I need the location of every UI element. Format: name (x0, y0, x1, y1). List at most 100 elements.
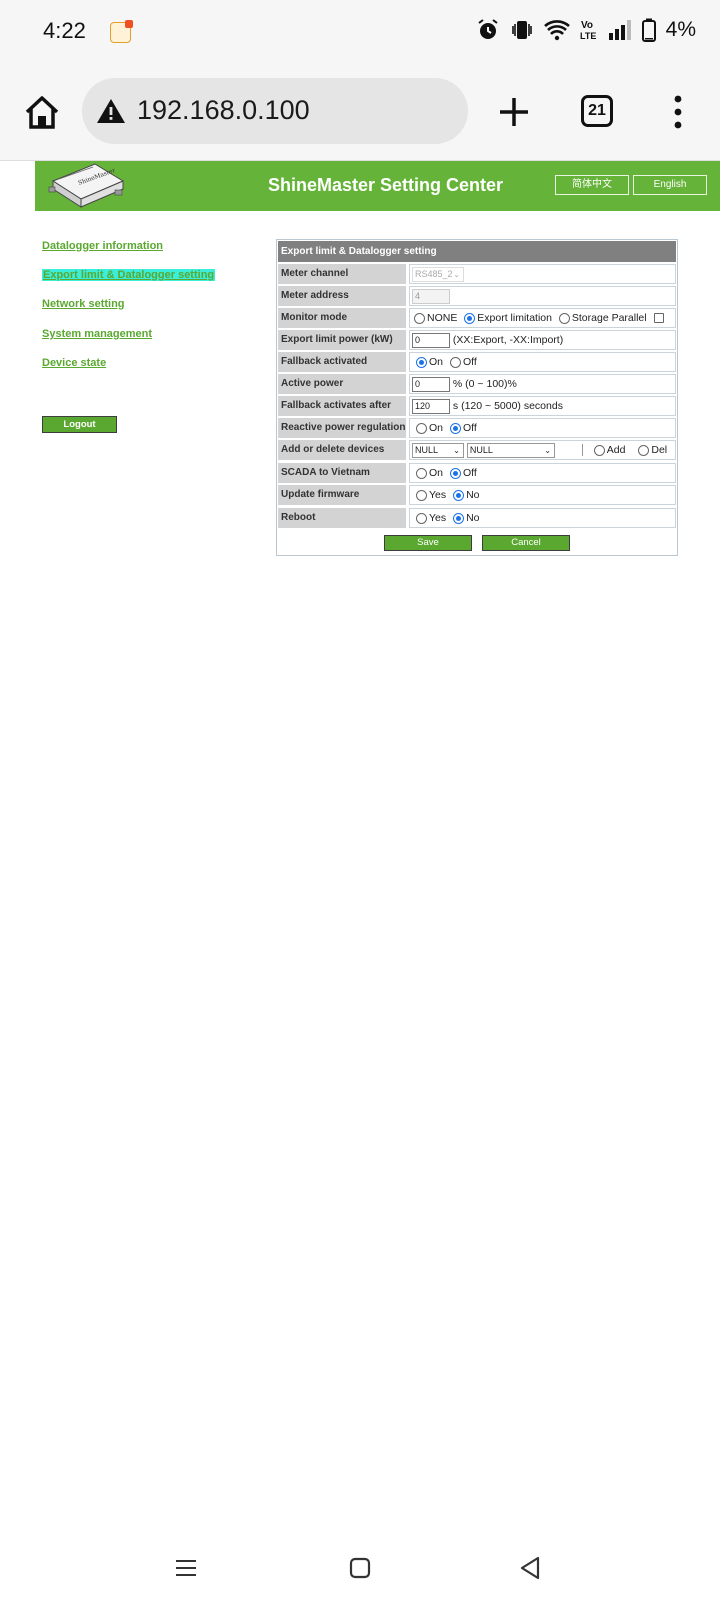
row-monitor-mode: Monitor mode NONE Export limitation Stor… (278, 308, 676, 328)
sidebar-item-export-limit[interactable]: Export limit & Datalogger setting (42, 269, 216, 281)
fallback-off-label: Off (462, 356, 477, 369)
warning-icon[interactable] (96, 98, 126, 124)
datalogger-logo: ShineMaster (48, 163, 125, 208)
device-del-radio[interactable] (638, 444, 650, 456)
label-meter-channel: Meter channel (278, 264, 406, 284)
chevron-down-icon: ⌄ (544, 445, 551, 455)
label-reboot: Reboot (278, 508, 406, 528)
label-monitor-mode: Monitor mode (278, 308, 406, 328)
firmware-no-radio[interactable] (453, 489, 465, 501)
monitor-mode-none-label: NONE (427, 312, 458, 325)
url-text[interactable]: 192.168.0.100 (137, 95, 310, 126)
address-bar[interactable]: 192.168.0.100 (82, 78, 468, 144)
home-icon[interactable] (22, 92, 62, 132)
reboot-yes-radio[interactable] (416, 512, 427, 524)
scada-off-label: Off (462, 467, 477, 480)
scada-on-radio[interactable] (416, 467, 427, 479)
settings-title: Export limit & Datalogger setting (278, 241, 676, 262)
fallback-on-radio[interactable] (416, 356, 427, 368)
reboot-yes-label: Yes (429, 512, 447, 525)
reactive-off-radio[interactable] (449, 422, 461, 434)
monitor-mode-storage-radio[interactable] (558, 312, 570, 324)
firmware-yes-label: Yes (429, 489, 447, 502)
reactive-off-label: Off (462, 422, 477, 435)
row-reactive-power: Reactive power regulation On Off (278, 418, 676, 438)
battery-icon (641, 18, 656, 42)
monitor-mode-none-radio[interactable] (414, 312, 425, 324)
row-meter-channel: Meter channel RS485_2 ⌄ (278, 264, 676, 284)
chevron-down-icon: ⌄ (453, 269, 460, 279)
divider (581, 444, 583, 457)
battery-percent: 4% (665, 18, 696, 41)
label-active-power: Active power (278, 374, 406, 394)
status-time: 4:22 (43, 18, 86, 43)
label-export-limit-power: Export limit power (kW) (278, 330, 406, 350)
row-active-power: Active power 0 % (0 ~ 100)% (278, 374, 676, 394)
label-add-delete-devices: Add or delete devices (278, 440, 406, 460)
row-update-firmware: Update firmware Yes No (278, 485, 676, 505)
browser-toolbar: 192.168.0.100 21 (0, 64, 720, 160)
language-english-button[interactable]: English (633, 175, 707, 195)
scada-on-label: On (429, 467, 444, 480)
alarm-icon (478, 19, 498, 39)
form-actions: Save Cancel (278, 532, 676, 554)
sidebar-item-datalogger-information[interactable]: Datalogger information (42, 240, 163, 252)
label-update-firmware: Update firmware (278, 485, 406, 505)
monitor-mode-export-label: Export limitation (477, 312, 552, 325)
wifi-icon (543, 20, 570, 41)
save-button[interactable]: Save (384, 535, 472, 551)
reactive-on-label: On (429, 422, 444, 435)
meter-channel-select: RS485_2 ⌄ (412, 266, 464, 282)
active-power-input[interactable]: 0 (412, 376, 450, 392)
reboot-no-label: No (466, 512, 480, 525)
row-add-delete-devices: Add or delete devices NULL ⌄ NULL ⌄ Add De… (278, 440, 676, 460)
row-fallback-after: Fallback activates after 120 s (120 ~ 50… (278, 396, 676, 416)
scada-off-radio[interactable] (449, 467, 461, 479)
system-nav-bar (0, 1536, 720, 1600)
monitor-mode-storage-label: Storage Parallel (571, 312, 647, 325)
recent-apps-icon[interactable] (174, 1556, 198, 1580)
signal-icon (608, 20, 631, 40)
active-power-hint: % (0 ~ 100)% (452, 378, 517, 391)
label-meter-address: Meter address (278, 286, 406, 306)
firmware-no-label: No (466, 489, 480, 502)
reactive-on-radio[interactable] (416, 422, 427, 434)
sidebar-item-network-setting[interactable]: Network setting (42, 298, 125, 310)
monitor-mode-export-radio[interactable] (464, 312, 476, 324)
logout-button[interactable]: Logout (42, 416, 117, 433)
device-del-label: Del (651, 444, 668, 457)
chevron-down-icon: ⌄ (453, 445, 460, 455)
storage-parallel-checkbox[interactable] (653, 313, 664, 324)
label-reactive-power: Reactive power regulation (278, 418, 406, 438)
row-reboot: Reboot Yes No (278, 508, 676, 528)
device-address-select[interactable]: NULL ⌄ (466, 442, 555, 458)
reboot-no-radio[interactable] (453, 512, 465, 524)
export-limit-power-hint: (XX:Export, -XX:Import) (452, 334, 564, 347)
app-notification-icon (110, 20, 133, 43)
fallback-off-radio[interactable] (449, 356, 461, 368)
status-bar: 4:22 Vo LTE 4% (0, 0, 720, 64)
device-add-radio[interactable] (593, 444, 605, 456)
home-nav-icon[interactable] (348, 1556, 372, 1580)
sidebar-item-device-state[interactable]: Device state (42, 357, 106, 369)
device-type-select[interactable]: NULL ⌄ (412, 442, 464, 458)
cancel-button[interactable]: Cancel (482, 535, 570, 551)
row-export-limit-power: Export limit power (kW) 0 (XX:Export, -X… (278, 330, 676, 350)
firmware-yes-radio[interactable] (416, 489, 427, 501)
svg-text:Vo: Vo (581, 20, 593, 31)
svg-text:LTE: LTE (580, 31, 596, 41)
label-fallback-after: Fallback activates after (278, 396, 406, 416)
fallback-on-label: On (429, 356, 444, 369)
more-menu-icon[interactable] (670, 94, 686, 130)
label-fallback-activated: Fallback activated (278, 352, 406, 372)
page-title: ShineMaster Setting Center (268, 175, 504, 195)
meter-address-input: 4 (412, 288, 450, 304)
sidebar-item-system-management[interactable]: System management (42, 328, 152, 340)
back-icon[interactable] (518, 1556, 542, 1580)
export-limit-power-input[interactable]: 0 (412, 332, 450, 348)
new-tab-icon[interactable] (496, 94, 532, 130)
device-add-label: Add (606, 444, 626, 457)
fallback-after-input[interactable]: 120 (412, 398, 450, 414)
language-chinese-button[interactable]: 简体中文 (555, 175, 629, 195)
tab-switcher-button[interactable]: 21 (581, 95, 613, 127)
